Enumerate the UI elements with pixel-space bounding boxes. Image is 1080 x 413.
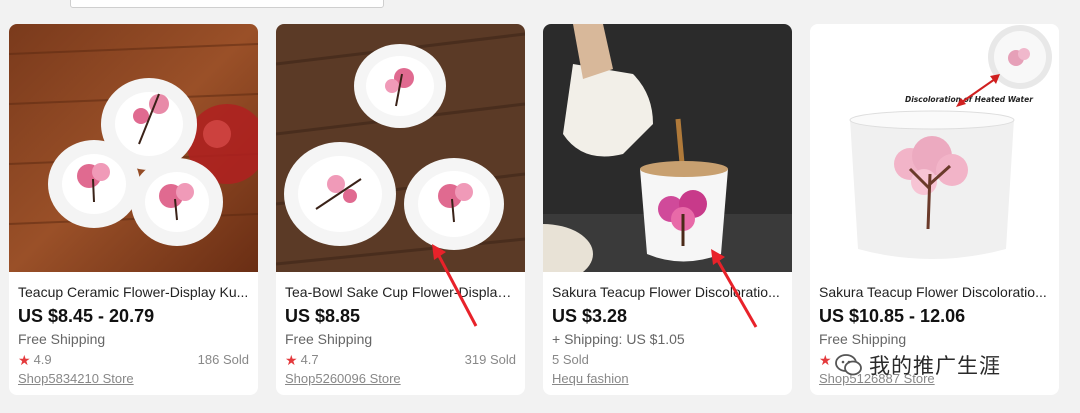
product-price: US $3.28 (552, 306, 628, 326)
product-price: US $8.45 - 20.79 (18, 306, 155, 326)
product-title[interactable]: Tea-Bowl Sake Cup Flower-Display ... (285, 283, 516, 301)
product-card[interactable]: Tea-Bowl Sake Cup Flower-Display ... US … (276, 24, 525, 395)
shipping-info: Free Shipping (18, 331, 106, 347)
shipping-info: Free Shipping (285, 331, 373, 347)
product-title[interactable]: Teacup Ceramic Flower-Display Ku... (18, 283, 249, 301)
sakura-cup-photo: Discoloration of Heated Water (810, 24, 1059, 272)
sold-count: 186 Sold (197, 352, 249, 367)
product-title[interactable]: Sakura Teacup Flower Discoloratio... (552, 283, 783, 301)
rating-value: 4.9 (33, 352, 52, 367)
sakura-plates-photo (9, 24, 258, 272)
watermark-text: 我的推广生涯 (869, 354, 1001, 378)
product-title[interactable]: Sakura Teacup Flower Discoloratio... (819, 283, 1050, 301)
product-image[interactable] (9, 24, 258, 272)
product-card[interactable]: Teacup Ceramic Flower-Display Ku... US $… (9, 24, 258, 395)
product-price: US $8.85 (285, 306, 361, 326)
product-image[interactable] (276, 24, 525, 272)
store-link[interactable]: Shop5834210 Store (18, 370, 249, 388)
watermark: 我的推广生涯 (835, 350, 1001, 380)
star-icon: ★ (819, 352, 832, 368)
product-card[interactable]: Discoloration of Heated Water Sakura Tea… (810, 24, 1059, 395)
sakura-bowls-photo (276, 24, 525, 272)
rating: ★ (819, 351, 835, 369)
pouring-tea-photo (543, 24, 792, 272)
product-card[interactable]: Sakura Teacup Flower Discoloratio... US … (543, 24, 792, 395)
star-icon: ★ (18, 352, 31, 368)
shipping-info: + Shipping: US $1.05 (552, 331, 685, 347)
product-image[interactable]: Discoloration of Heated Water (810, 24, 1059, 272)
store-link[interactable]: Shop5260096 Store (285, 370, 516, 388)
product-price: US $10.85 - 12.06 (819, 306, 966, 326)
wechat-icon (835, 353, 863, 377)
product-image[interactable] (543, 24, 792, 272)
rating: ★ 4.7 (285, 351, 319, 369)
store-link[interactable]: Hequ fashion (552, 370, 783, 388)
rating-value: 4.7 (300, 352, 319, 367)
star-icon: ★ (285, 352, 298, 368)
sold-count: 5 Sold (552, 352, 589, 367)
sold-count: 319 Sold (464, 352, 516, 367)
rating: ★ 4.9 (18, 351, 52, 369)
shipping-info: Free Shipping (819, 331, 907, 347)
